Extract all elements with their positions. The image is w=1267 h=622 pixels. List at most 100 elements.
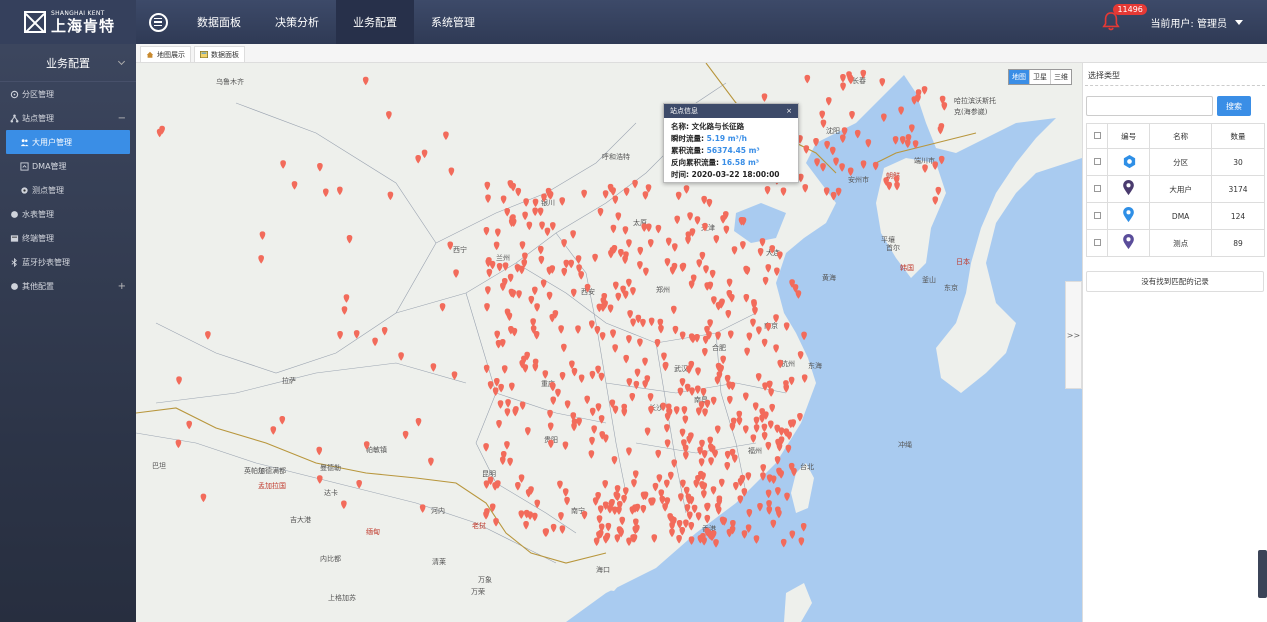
site-marker[interactable] (777, 359, 784, 369)
site-marker[interactable] (804, 74, 811, 84)
type-row-dma[interactable]: DMA 124 (1085, 202, 1265, 230)
sidebar-item-big-user[interactable]: 大用户管理 (6, 130, 130, 154)
site-marker[interactable] (769, 403, 775, 413)
site-marker[interactable] (176, 376, 182, 385)
site-marker[interactable] (680, 479, 686, 489)
site-marker[interactable] (640, 505, 647, 514)
site-marker[interactable] (584, 283, 591, 293)
site-marker[interactable] (381, 326, 388, 336)
site-marker[interactable] (714, 376, 721, 385)
site-marker[interactable] (591, 425, 597, 434)
site-marker[interactable] (595, 365, 601, 375)
row-checkbox[interactable] (1085, 229, 1109, 257)
site-marker[interactable] (493, 241, 500, 251)
site-marker[interactable] (665, 237, 672, 247)
site-marker[interactable] (766, 380, 773, 390)
site-marker[interactable] (753, 424, 760, 433)
search-button[interactable]: 搜索 (1217, 96, 1251, 116)
site-marker[interactable] (516, 290, 522, 299)
site-marker[interactable] (622, 487, 629, 496)
site-marker[interactable] (752, 306, 758, 316)
site-marker[interactable] (670, 305, 677, 315)
site-marker[interactable] (596, 515, 603, 524)
site-marker[interactable] (175, 439, 182, 449)
site-marker[interactable] (825, 97, 832, 106)
site-marker[interactable] (558, 325, 564, 334)
site-marker[interactable] (497, 400, 504, 409)
site-marker[interactable] (689, 387, 695, 396)
site-marker[interactable] (762, 276, 769, 286)
site-marker[interactable] (710, 486, 717, 495)
site-marker[interactable] (766, 506, 773, 515)
site-marker[interactable] (550, 396, 557, 405)
site-marker[interactable] (487, 381, 494, 390)
site-marker[interactable] (493, 518, 499, 527)
site-marker[interactable] (505, 399, 511, 408)
site-marker[interactable] (664, 424, 670, 433)
site-marker[interactable] (519, 401, 526, 411)
site-marker[interactable] (713, 235, 720, 244)
site-marker[interactable] (346, 234, 353, 244)
site-marker[interactable] (496, 262, 503, 272)
site-marker[interactable] (626, 335, 632, 344)
site-marker[interactable] (655, 449, 662, 459)
site-marker[interactable] (539, 221, 545, 231)
site-marker[interactable] (643, 267, 649, 277)
site-marker[interactable] (746, 332, 753, 341)
site-marker[interactable] (629, 392, 636, 402)
site-marker[interactable] (205, 331, 211, 340)
row-checkbox[interactable] (1085, 175, 1109, 203)
site-marker[interactable] (669, 528, 675, 538)
site-marker[interactable] (659, 495, 666, 505)
site-marker[interactable] (854, 129, 861, 139)
site-marker[interactable] (681, 406, 688, 415)
sidebar-item-point[interactable]: 测点管理 (0, 178, 136, 202)
expand-icon[interactable]: + (118, 281, 126, 292)
site-marker[interactable] (702, 408, 708, 417)
site-marker[interactable] (757, 247, 764, 257)
site-marker[interactable] (532, 207, 538, 217)
site-marker[interactable] (718, 478, 725, 488)
site-marker[interactable] (773, 344, 779, 353)
site-marker[interactable] (523, 198, 529, 207)
site-marker[interactable] (280, 160, 286, 169)
site-marker[interactable] (726, 528, 733, 538)
site-marker[interactable] (597, 505, 604, 514)
site-marker[interactable] (658, 325, 664, 334)
site-marker[interactable] (801, 374, 808, 383)
site-marker[interactable] (840, 73, 846, 83)
site-marker[interactable] (415, 155, 422, 164)
site-marker[interactable] (494, 330, 501, 340)
site-marker[interactable] (588, 320, 595, 329)
site-marker[interactable] (656, 474, 663, 483)
site-marker[interactable] (633, 380, 640, 390)
site-marker[interactable] (839, 134, 846, 143)
site-marker[interactable] (757, 502, 763, 512)
site-marker[interactable] (640, 318, 646, 328)
site-marker[interactable] (696, 259, 703, 268)
collapse-panel-handle[interactable]: >> (1065, 281, 1082, 389)
alerts-button[interactable]: 11496 (1102, 4, 1147, 33)
site-marker[interactable] (879, 78, 886, 87)
site-marker[interactable] (813, 137, 819, 147)
site-marker[interactable] (691, 504, 698, 514)
site-marker[interactable] (597, 208, 604, 217)
site-marker[interactable] (584, 395, 591, 405)
site-marker[interactable] (637, 246, 644, 256)
site-marker[interactable] (932, 196, 939, 205)
caret-down-icon[interactable] (1235, 19, 1243, 25)
map-type-satellite[interactable]: 卫星 (1030, 70, 1051, 84)
sidebar-item-other[interactable]: 其他配置 + (0, 274, 136, 298)
site-marker[interactable] (679, 428, 686, 438)
site-marker[interactable] (602, 480, 609, 489)
site-marker[interactable] (702, 222, 708, 232)
site-marker[interactable] (576, 417, 582, 427)
site-marker[interactable] (849, 110, 855, 120)
site-marker[interactable] (742, 425, 749, 434)
site-marker[interactable] (651, 534, 658, 543)
site-marker[interactable] (514, 264, 521, 273)
site-marker[interactable] (704, 503, 710, 512)
site-marker[interactable] (814, 158, 820, 167)
site-marker[interactable] (592, 253, 598, 263)
site-marker[interactable] (501, 365, 508, 374)
